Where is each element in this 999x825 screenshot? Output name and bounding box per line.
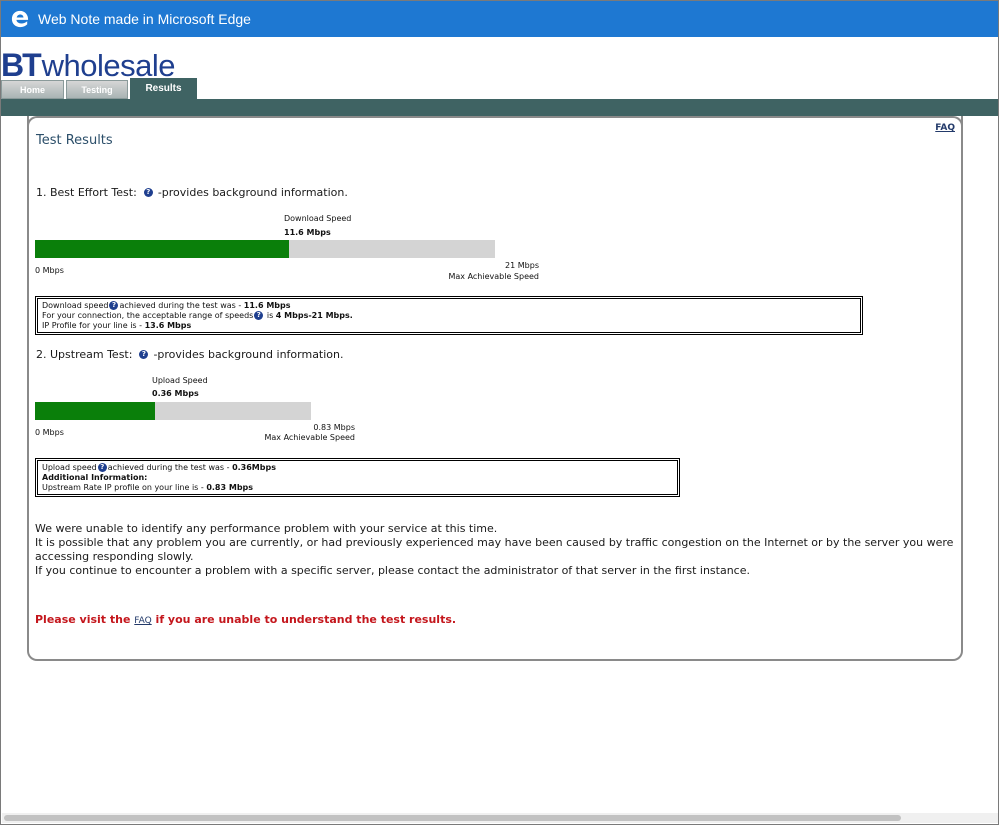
best-effort-suffix: -provides background information.: [157, 186, 348, 199]
download-max-value: 21 Mbps: [505, 261, 539, 270]
faq-inline-link[interactable]: FAQ: [134, 616, 151, 626]
upstream-suffix: -provides background information.: [153, 348, 344, 361]
best-effort-title: 1. Best Effort Test:: [36, 186, 137, 199]
download-info-line-1: Download speed? achieved during the test …: [42, 301, 291, 310]
download-max-label: Max Achievable Speed: [448, 272, 539, 281]
upload-speed-fill: [35, 402, 155, 420]
upstream-title: 2. Upstream Test:: [36, 348, 133, 361]
help-icon[interactable]: ?: [109, 301, 119, 310]
download-speed-value: 11.6 Mbps: [284, 228, 331, 237]
upload-info-line-3: Upstream Rate IP profile on your line is…: [42, 483, 254, 492]
upload-speed-bar: [35, 402, 311, 420]
nav-bar: [1, 99, 998, 116]
download-speed-label: Download Speed: [284, 214, 352, 223]
upstream-heading: 2. Upstream Test: ? -provides background…: [36, 348, 344, 361]
upload-max-label: Max Achievable Speed: [264, 433, 355, 442]
download-info-line-2: For your connection, the acceptable rang…: [42, 311, 353, 320]
message-line-1: We were unable to identify any performan…: [35, 522, 498, 535]
help-icon[interactable]: ?: [97, 463, 107, 472]
tab-results[interactable]: Results: [130, 78, 197, 99]
result-message: We were unable to identify any performan…: [35, 522, 955, 578]
help-icon[interactable]: ?: [139, 350, 149, 359]
faq-notice: Please visit the FAQ if you are unable t…: [35, 613, 457, 626]
download-speed-bar: [35, 240, 495, 258]
download-speed-fill: [35, 240, 289, 258]
nav-tabs: Home Testing Results: [1, 78, 199, 99]
horizontal-scrollbar[interactable]: [2, 813, 998, 823]
browser-window: Web Note made in Microsoft Edge BT whole…: [0, 0, 999, 825]
title-bar: Web Note made in Microsoft Edge: [1, 1, 998, 37]
help-icon[interactable]: ?: [143, 188, 153, 197]
download-min-label: 0 Mbps: [35, 266, 64, 275]
upload-info-box: Upload speed? achieved during the test wa…: [35, 458, 680, 497]
tab-home[interactable]: Home: [1, 80, 64, 99]
download-info-box: Download speed? achieved during the test …: [35, 296, 863, 335]
results-panel: FAQ Test Results 1. Best Effort Test: ? …: [27, 116, 963, 661]
message-line-2: It is possible that any problem you are …: [35, 536, 954, 563]
message-line-3: If you continue to encounter a problem w…: [35, 564, 750, 577]
upload-speed-value: 0.36 Mbps: [152, 389, 199, 398]
best-effort-heading: 1. Best Effort Test: ? -provides backgro…: [36, 186, 348, 199]
page-title: Test Results: [36, 133, 113, 148]
scrollbar-thumb[interactable]: [4, 815, 901, 821]
upload-info-line-2: Additional Information:: [42, 473, 148, 482]
upload-min-label: 0 Mbps: [35, 428, 64, 437]
upload-speed-label: Upload Speed: [152, 376, 208, 385]
help-icon[interactable]: ?: [254, 311, 264, 320]
faq-link[interactable]: FAQ: [935, 123, 955, 133]
edge-logo-icon: [11, 10, 29, 28]
bt-wholesale-logo[interactable]: BT wholesale: [1, 47, 176, 83]
download-info-line-3: IP Profile for your line is - 13.6 Mbps: [42, 321, 192, 330]
window-title: Web Note made in Microsoft Edge: [38, 11, 251, 27]
tab-testing[interactable]: Testing: [66, 80, 128, 99]
upload-max-value: 0.83 Mbps: [313, 423, 355, 432]
upload-info-line-1: Upload speed? achieved during the test wa…: [42, 463, 276, 472]
